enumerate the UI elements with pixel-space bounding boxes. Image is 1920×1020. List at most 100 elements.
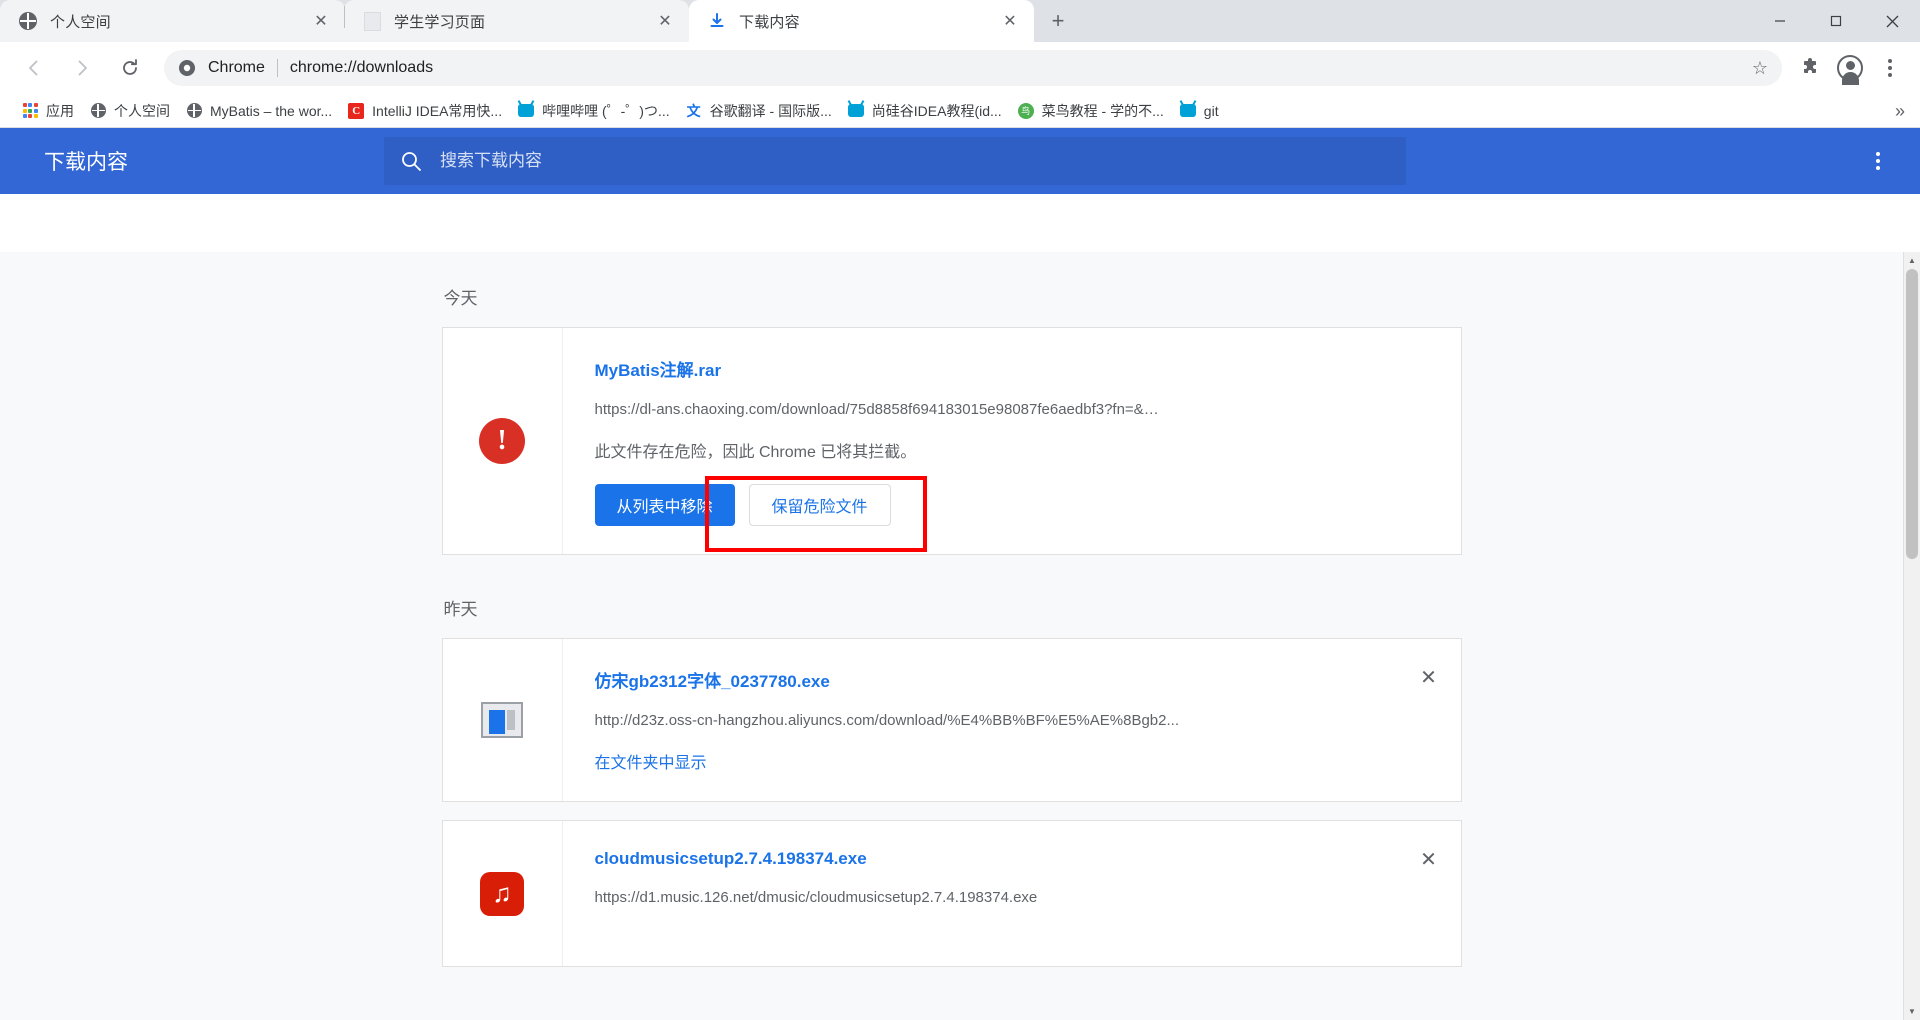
- tab-student-study-page[interactable]: 学生学习页面 ✕: [344, 0, 689, 42]
- remove-download-button[interactable]: ✕: [1413, 661, 1445, 693]
- remove-from-list-button[interactable]: 从列表中移除: [594, 484, 735, 526]
- download-filename-link[interactable]: 仿宋gb2312字体_0237780.exe: [595, 667, 1437, 692]
- intellij-idea-icon: C: [348, 102, 365, 119]
- apps-grid-icon: [22, 103, 38, 119]
- bookmark-google-translate[interactable]: 文 谷歌翻译 - 国际版...: [678, 98, 840, 124]
- bookmarks-bar: 应用 个人空间 MyBatis – the wor... C IntelliJ …: [0, 94, 1920, 128]
- tab-close-button[interactable]: ✕: [309, 9, 333, 33]
- file-icon-cell: [443, 639, 563, 801]
- downloads-list-region: 今天 ! MyBatis注解.rar https://dl-ans.chaoxi…: [0, 252, 1920, 1020]
- omnibox-scheme-label: Chrome: [208, 59, 265, 76]
- download-actions: 从列表中移除 保留危险文件: [594, 484, 1437, 526]
- tab-personal-space[interactable]: 个人空间 ✕: [0, 0, 345, 42]
- tab-separator: [344, 6, 345, 28]
- keep-dangerous-file-button[interactable]: 保留危险文件: [748, 484, 891, 526]
- profile-avatar-icon[interactable]: [1832, 50, 1868, 86]
- omnibox-divider: [276, 59, 278, 77]
- close-window-button[interactable]: [1864, 0, 1920, 42]
- tab-title: 个人空间: [50, 13, 111, 31]
- scroll-up-arrow-icon[interactable]: ▲: [1904, 252, 1920, 269]
- page-title: 下载内容: [44, 151, 128, 174]
- tab-title: 学生学习页面: [394, 13, 486, 31]
- back-icon[interactable]: [16, 50, 52, 86]
- bookmark-label: MyBatis – the wor...: [210, 102, 333, 119]
- maximize-button[interactable]: [1808, 0, 1864, 42]
- day-group-label-today: 今天: [443, 289, 478, 308]
- download-source-url: https://d1.music.126.net/dmusic/cloudmus…: [594, 889, 1038, 906]
- bookmark-label: 尚硅谷IDEA教程(id...: [871, 102, 1002, 119]
- bookmark-bilibili[interactable]: 哔哩哔哩 (゜-゜)つ...: [510, 98, 678, 124]
- bookmark-label: 菜鸟教程 - 学的不...: [1041, 102, 1164, 119]
- runoob-icon: 鸟: [1017, 102, 1034, 119]
- tab-title: 下载内容: [739, 13, 800, 31]
- show-in-folder-link[interactable]: 在文件夹中显示: [595, 749, 1437, 773]
- netease-cloudmusic-icon: ♫: [480, 871, 524, 916]
- forward-icon[interactable]: [64, 50, 100, 86]
- globe-icon: [186, 103, 202, 119]
- bookmark-star-icon[interactable]: ☆: [1752, 58, 1768, 79]
- download-item-details: MyBatis注解.rar https://dl-ans.chaoxing.co…: [563, 328, 1461, 554]
- downloads-header: 下载内容: [0, 128, 1920, 194]
- danger-warning-icon: !: [479, 418, 525, 464]
- new-tab-button[interactable]: +: [1040, 3, 1076, 39]
- search-icon: [400, 150, 422, 172]
- tab-close-button[interactable]: ✕: [653, 9, 677, 33]
- bookmark-label: 个人空间: [114, 102, 170, 119]
- download-source-url: http://d23z.oss-cn-hangzhou.aliyuncs.com…: [594, 712, 1180, 729]
- bookmark-git[interactable]: git: [1172, 98, 1227, 124]
- bilibili-icon: [518, 103, 535, 119]
- chrome-logo-icon: [178, 59, 196, 77]
- bookmark-personal-space[interactable]: 个人空间: [82, 98, 178, 124]
- scroll-down-arrow-icon[interactable]: ▼: [1904, 1003, 1920, 1020]
- globe-icon: [18, 11, 38, 31]
- minimize-button[interactable]: [1752, 0, 1808, 42]
- downloads-more-menu-icon[interactable]: [1858, 141, 1898, 181]
- file-icon-cell: ♫: [443, 821, 563, 966]
- globe-icon: [90, 103, 106, 119]
- window-controls: [1752, 0, 1920, 42]
- day-group-label-yesterday: 昨天: [443, 600, 478, 619]
- blank-page-icon: [362, 11, 382, 31]
- download-item-details: 仿宋gb2312字体_0237780.exe http://d23z.oss-c…: [563, 639, 1461, 801]
- extensions-icon[interactable]: [1792, 50, 1828, 86]
- tab-strip: 个人空间 ✕ 学生学习页面 ✕ 下载内容 ✕ +: [0, 0, 1920, 42]
- address-bar[interactable]: Chrome chrome://downloads ☆: [164, 50, 1782, 86]
- download-filename-link[interactable]: MyBatis注解.rar: [595, 356, 1437, 381]
- download-status-text: 此文件存在危险，因此 Chrome 已将其拦截。: [594, 444, 917, 461]
- download-item-dangerous: ! MyBatis注解.rar https://dl-ans.chaoxing.…: [441, 327, 1462, 555]
- bilibili-icon: [1179, 103, 1196, 119]
- bookmark-label: IntelliJ IDEA常用快...: [372, 102, 503, 119]
- download-item-font-exe: 仿宋gb2312字体_0237780.exe http://d23z.oss-c…: [441, 638, 1462, 802]
- browser-toolbar: Chrome chrome://downloads ☆: [0, 42, 1920, 94]
- bookmark-mybatis[interactable]: MyBatis – the wor...: [178, 98, 340, 124]
- file-icon-cell: !: [443, 328, 563, 554]
- bookmark-apps[interactable]: 应用: [14, 98, 82, 124]
- bilibili-icon: [847, 103, 864, 119]
- download-source-url: https://dl-ans.chaoxing.com/download/75d…: [594, 401, 1159, 418]
- download-item-details: cloudmusicsetup2.7.4.198374.exe https://…: [563, 821, 1461, 966]
- browser-menu-icon[interactable]: [1872, 50, 1908, 86]
- bookmark-label: git: [1203, 102, 1219, 119]
- bookmark-runoob[interactable]: 鸟 菜鸟教程 - 学的不...: [1010, 98, 1172, 124]
- omnibox-url-text: chrome://downloads: [289, 59, 434, 76]
- download-icon: [707, 11, 727, 31]
- tab-close-button[interactable]: ✕: [998, 9, 1022, 33]
- scrollbar-thumb[interactable]: [1906, 269, 1918, 559]
- bookmark-shangguigu-idea[interactable]: 尚硅谷IDEA教程(id...: [840, 98, 1010, 124]
- tab-downloads[interactable]: 下载内容 ✕: [689, 0, 1034, 42]
- google-translate-icon: 文: [686, 102, 701, 119]
- download-item-cloudmusic: ♫ cloudmusicsetup2.7.4.198374.exe https:…: [441, 820, 1462, 967]
- bookmarks-overflow-icon[interactable]: »: [1888, 99, 1912, 123]
- search-input[interactable]: [440, 151, 1390, 171]
- bookmark-intellij-idea[interactable]: C IntelliJ IDEA常用快...: [340, 98, 510, 124]
- reload-icon[interactable]: [112, 50, 148, 86]
- generic-exe-file-icon: [481, 702, 523, 738]
- bookmark-label: 谷歌翻译 - 国际版...: [709, 102, 832, 119]
- downloads-scroll-area: 今天 ! MyBatis注解.rar https://dl-ans.chaoxi…: [0, 252, 1903, 1020]
- search-box[interactable]: [384, 137, 1406, 185]
- bookmark-label: 哔哩哔哩 (゜-゜)つ...: [542, 102, 670, 119]
- download-filename-link[interactable]: cloudmusicsetup2.7.4.198374.exe: [595, 849, 1437, 869]
- remove-download-button[interactable]: ✕: [1413, 843, 1445, 875]
- vertical-scrollbar[interactable]: ▲ ▼: [1903, 252, 1920, 1020]
- bookmark-label: 应用: [46, 102, 74, 119]
